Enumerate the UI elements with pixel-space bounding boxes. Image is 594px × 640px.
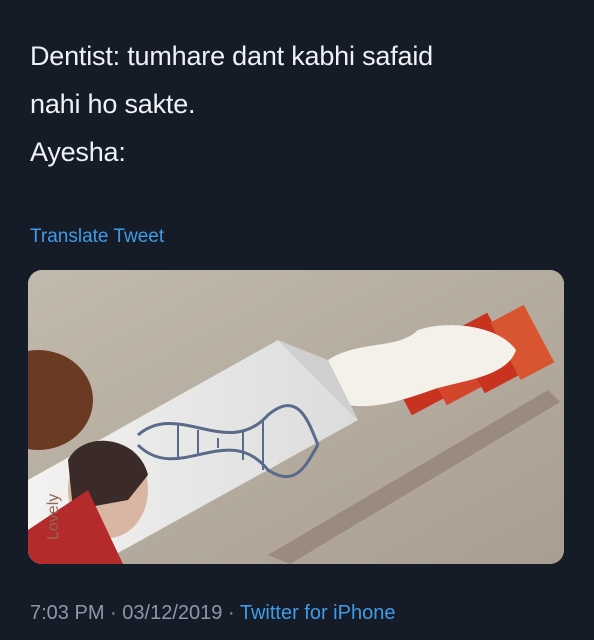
brand-text: Lovely	[45, 494, 62, 540]
translate-tweet-link[interactable]: Translate Tweet	[30, 226, 164, 248]
tweet-time: 7:03 PM	[30, 602, 105, 624]
tweet-meta: 7:03 PM · 03/12/2019 · Twitter for iPhon…	[30, 602, 395, 625]
tweet-line-3: Ayesha:	[30, 137, 126, 167]
tweet-media-image[interactable]: Lovely	[28, 270, 564, 564]
toothbrush-cream-photo: Lovely	[28, 270, 564, 564]
tweet-date: 03/12/2019	[122, 602, 223, 624]
tweet-line-1: Dentist: tumhare dant kabhi safaid	[30, 41, 433, 71]
meta-separator-2: ·	[227, 602, 235, 624]
tweet-source-link[interactable]: Twitter for iPhone	[240, 602, 396, 624]
tweet-text: Dentist: tumhare dant kabhi safaid nahi …	[30, 32, 570, 176]
meta-separator-1: ·	[110, 602, 117, 624]
tweet-line-2: nahi ho sakte.	[30, 89, 196, 119]
